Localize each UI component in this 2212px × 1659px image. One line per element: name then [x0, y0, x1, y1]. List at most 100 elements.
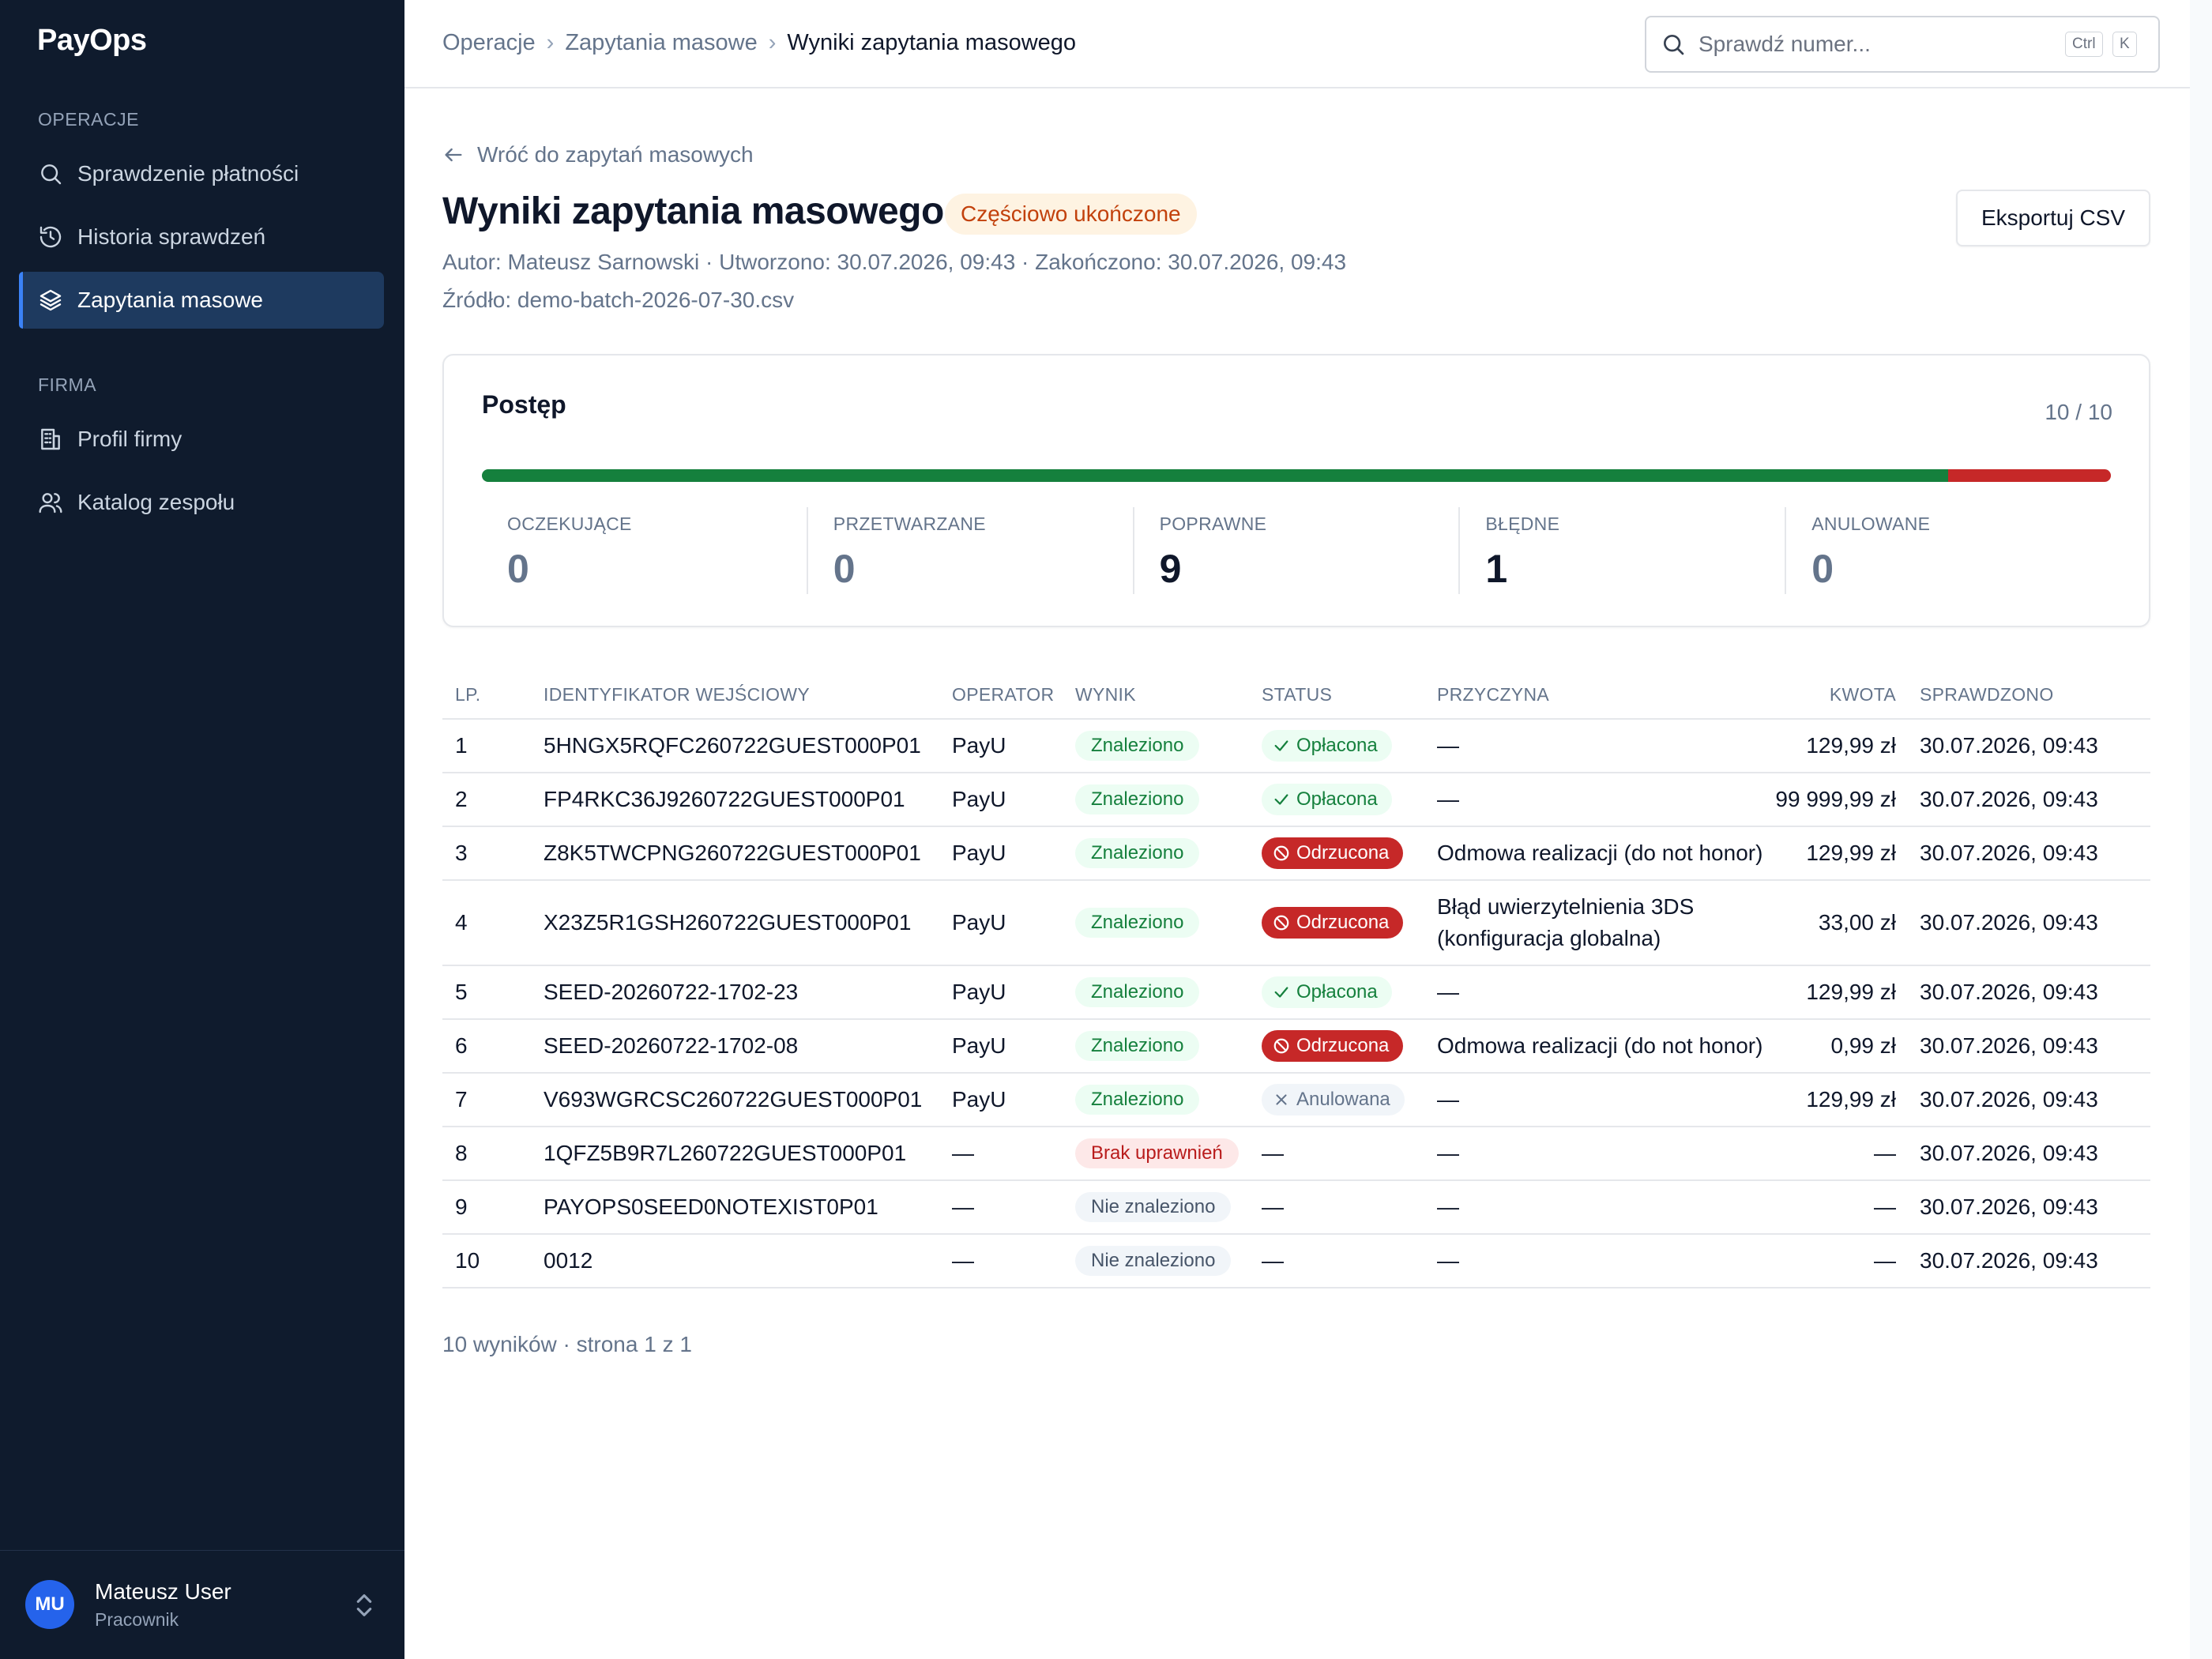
- payment-status-label: Odrzucona: [1296, 1035, 1390, 1056]
- stat-processing: PRZETWARZANE 0: [806, 507, 1133, 594]
- table-row[interactable]: 4 X23Z5R1GSH260722GUEST000P01 PayU Znalezio…: [442, 880, 2150, 966]
- status-empty: —: [1262, 1194, 1284, 1219]
- page-title: Wyniki zapytania masowego: [442, 190, 944, 232]
- back-link[interactable]: Wróć do zapytań masowych: [442, 142, 754, 167]
- user-menu[interactable]: MU Mateusz User Pracownik: [0, 1550, 404, 1659]
- breadcrumb-operations[interactable]: Operacje: [442, 30, 536, 56]
- sidebar-item-check-history[interactable]: Historia sprawdzeń: [19, 209, 384, 265]
- payment-status-badge: Odrzucona: [1262, 1030, 1404, 1062]
- cell-checked: 30.07.2026, 09:43: [1920, 773, 2150, 827]
- stat-value: 0: [833, 547, 856, 591]
- avatar: MU: [25, 1580, 74, 1629]
- cell-operator: —: [952, 1180, 1075, 1235]
- topbar: Operacje › Zapytania masowe › Wyniki zap…: [404, 0, 2190, 88]
- progress-bar-success: [482, 469, 1948, 482]
- chevron-up-down-icon[interactable]: [354, 1592, 374, 1619]
- stat-label: PRZETWARZANE: [833, 514, 986, 534]
- column-header-amount[interactable]: KWOTA: [1770, 672, 1920, 720]
- cell-lp: 9: [442, 1180, 544, 1235]
- cell-checked: 30.07.2026, 09:43: [1920, 1234, 2150, 1288]
- table-row[interactable]: 1 5HNGX5RQFC260722GUEST000P01 PayU Znalezio…: [442, 719, 2150, 773]
- cell-lp: 1: [442, 719, 544, 773]
- cell-result: Brak uprawnień: [1075, 1127, 1262, 1181]
- sidebar-item-bulk-queries[interactable]: Zapytania masowe: [19, 272, 384, 329]
- scrollbar-track[interactable]: [2190, 0, 2212, 1659]
- table-row[interactable]: 9 PAYOPS0SEED0NOTEXIST0P01— Nie znaleziono…: [442, 1180, 2150, 1235]
- stat-value: 0: [507, 547, 529, 591]
- column-header-reason[interactable]: PRZYCZYNA: [1437, 672, 1770, 720]
- layers-icon: [40, 289, 62, 311]
- sidebar-item-company-profile[interactable]: Profil firmy: [19, 411, 384, 468]
- cell-operator: PayU: [952, 1019, 1075, 1074]
- result-badge: Znaleziono: [1075, 784, 1200, 814]
- users-icon: [39, 493, 62, 514]
- cell-reason: —: [1437, 1180, 1770, 1235]
- export-csv-button[interactable]: Eksportuj CSV: [1956, 190, 2150, 246]
- cell-status: Opłacona: [1262, 773, 1437, 827]
- sidebar-item-label: Katalog zespołu: [77, 490, 235, 514]
- table-row[interactable]: 5 SEED-20260722-1702-23 PayU Znaleziono Opła…: [442, 965, 2150, 1020]
- cell-status: Opłacona: [1262, 719, 1437, 773]
- payment-status-label: Odrzucona: [1296, 842, 1390, 863]
- table-row[interactable]: 6 SEED-20260722-1702-08 PayU Znaleziono Odrz…: [442, 1019, 2150, 1074]
- status-badge: Częściowo ukończone: [945, 194, 1197, 235]
- reason-text: Odmowa realizacji (do not honor): [1437, 1033, 1763, 1058]
- cell-operator: —: [952, 1234, 1075, 1288]
- result-badge: Znaleziono: [1075, 908, 1200, 938]
- stat-valid: POPRAWNE 9: [1132, 507, 1459, 594]
- cell-checked: 30.07.2026, 09:43: [1920, 1127, 2150, 1181]
- column-header-checked[interactable]: SPRAWDZONO: [1920, 672, 2150, 720]
- column-header-lp[interactable]: LP.: [442, 672, 544, 720]
- result-badge: Znaleziono: [1075, 1031, 1200, 1061]
- building-icon: [41, 428, 60, 450]
- cell-operator: PayU: [952, 965, 1075, 1020]
- back-link-label: Wróć do zapytań masowych: [477, 142, 754, 167]
- cell-checked: 30.07.2026, 09:43: [1920, 826, 2150, 881]
- column-header-input-id[interactable]: IDENTYFIKATOR WEJŚCIOWY: [544, 672, 952, 720]
- table-row[interactable]: 3 Z8K5TWCPNG260722GUEST000P01 PayU Znalezio…: [442, 826, 2150, 881]
- history-icon: [40, 226, 62, 248]
- stat-value: 1: [1485, 547, 1508, 591]
- status-empty: —: [1262, 1141, 1284, 1165]
- cell-operator: PayU: [952, 773, 1075, 827]
- result-badge: Brak uprawnień: [1075, 1138, 1239, 1168]
- column-header-operator[interactable]: OPERATOR: [952, 672, 1075, 720]
- user-role: Pracownik: [95, 1609, 179, 1630]
- breadcrumb-bulk-queries[interactable]: Zapytania masowe: [565, 30, 757, 56]
- stat-label: ANULOWANE: [1811, 514, 1931, 534]
- cell-reason: Odmowa realizacji (do not honor): [1437, 1019, 1770, 1074]
- breadcrumb: Operacje › Zapytania masowe › Wyniki zap…: [442, 30, 1076, 56]
- table-row[interactable]: 7 V693WGRCSC260722GUEST000P01 PayU Znalezio…: [442, 1073, 2150, 1127]
- check-icon: [1274, 740, 1288, 751]
- cell-lp: 5: [442, 965, 544, 1020]
- cell-input-id: PAYOPS0SEED0NOTEXIST0P01: [544, 1180, 952, 1235]
- search-input[interactable]: [1698, 32, 2030, 57]
- batch-source: Źródło: demo-batch-2026-07-30.csv: [442, 288, 795, 312]
- column-header-result[interactable]: WYNIK: [1075, 672, 1262, 720]
- cell-amount: 99 999,99 zł: [1770, 773, 1920, 827]
- sidebar-item-team-directory[interactable]: Katalog zespołu: [19, 474, 384, 531]
- cell-result: Nie znaleziono: [1075, 1234, 1262, 1288]
- progress-bar: [482, 469, 2111, 482]
- reason-text: —: [1437, 980, 1459, 1004]
- cell-result: Znaleziono: [1075, 965, 1262, 1020]
- app-logo[interactable]: PayOps: [37, 24, 147, 58]
- cell-reason: Odmowa realizacji (do not honor): [1437, 826, 1770, 881]
- progress-bar-error: [1947, 469, 2111, 482]
- stat-pending: OCZEKUJĄCE 0: [482, 507, 807, 594]
- payment-status-badge: Odrzucona: [1262, 907, 1404, 939]
- cell-checked: 30.07.2026, 09:43: [1920, 719, 2150, 773]
- payment-status-label: Opłacona: [1296, 735, 1378, 756]
- reason-text: —: [1437, 1248, 1459, 1273]
- progress-title: Postęp: [482, 390, 566, 419]
- result-badge: Znaleziono: [1075, 1085, 1200, 1115]
- breadcrumb-separator: ›: [768, 30, 777, 55]
- column-header-status[interactable]: STATUS: [1262, 672, 1437, 720]
- search-box[interactable]: Ctrl K: [1645, 16, 2160, 73]
- sidebar-item-payment-check[interactable]: Sprawdzenie płatności: [19, 145, 384, 202]
- table-row[interactable]: 8 1QFZ5B9R7L260722GUEST000P01— Brak uprawn…: [442, 1127, 2150, 1181]
- table-row[interactable]: 10 0012— Nie znaleziono — — —30.07.2026, 09:4…: [442, 1234, 2150, 1288]
- table-row[interactable]: 2 FP4RKC36J9260722GUEST000P01 PayU Znalezio…: [442, 773, 2150, 827]
- result-badge: Znaleziono: [1075, 731, 1200, 761]
- cell-amount: 129,99 zł: [1770, 719, 1920, 773]
